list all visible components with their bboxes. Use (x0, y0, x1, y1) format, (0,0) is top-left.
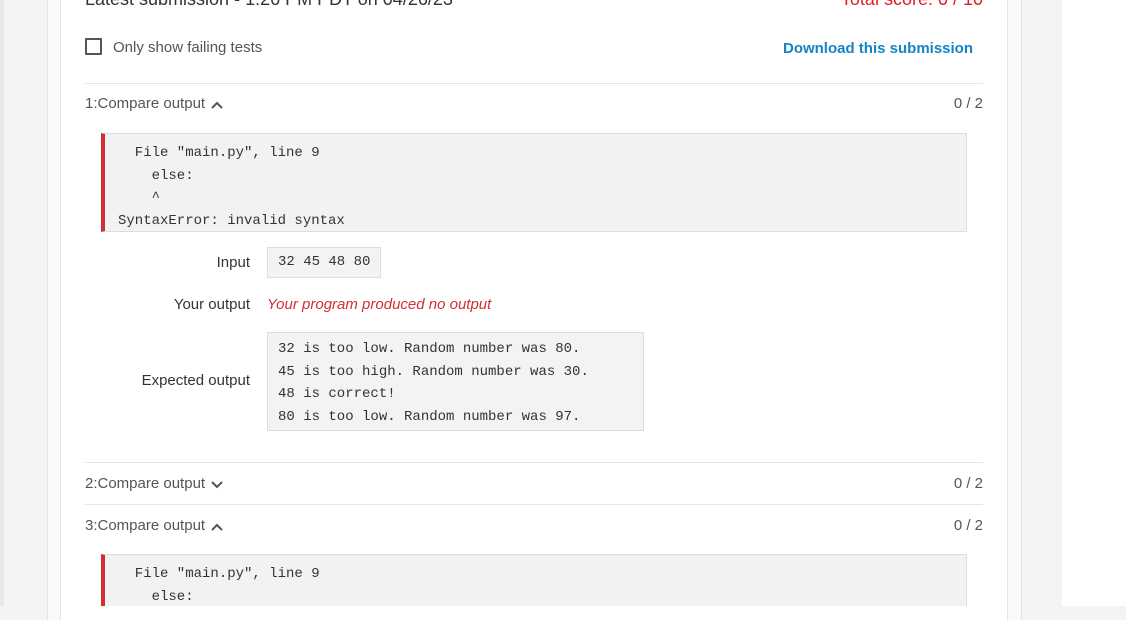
left-gutter (0, 0, 4, 606)
chevron-up-icon (211, 518, 223, 535)
test-1-title: 1:Compare output (85, 95, 206, 112)
test-2-header[interactable]: 2:Compare output (85, 475, 223, 493)
error-text: File "main.py", line 9 else: (134, 566, 320, 605)
test-1-header[interactable]: 1:Compare output (85, 95, 223, 113)
right-gutter (1062, 0, 1126, 606)
total-score: Total score: 0 / 10 (838, 0, 983, 10)
divider (85, 504, 983, 505)
input-label: Input (216, 254, 250, 271)
chevron-up-icon (211, 96, 223, 113)
submission-title: Latest submission - 1:26 PM PDT on 04/26… (85, 0, 453, 10)
test-3-error-output: File "main.py", line 9 else: (101, 554, 967, 606)
test-1-score: 0 / 2 (953, 95, 983, 112)
expected-output-text: 32 is too low. Random number was 80. 45 … (278, 341, 589, 425)
test-input-value: 32 45 48 80 (267, 247, 382, 278)
test-3-title: 3:Compare output (85, 517, 206, 534)
test-2-title: 2:Compare output (85, 475, 206, 492)
download-submission-link[interactable]: Download this submission (760, 40, 973, 57)
chevron-down-icon (211, 476, 223, 493)
test-1-error-output: File "main.py", line 9 else: ^ SyntaxErr… (101, 133, 967, 232)
failing-only-checkbox[interactable] (85, 38, 102, 55)
divider (85, 83, 983, 84)
test-3-score: 0 / 2 (953, 517, 983, 534)
your-output-label: Your output (173, 296, 250, 313)
your-output-value: Your program produced no output (267, 296, 492, 313)
test-2-score: 0 / 2 (953, 475, 983, 492)
expected-output-label: Expected output (141, 372, 250, 389)
failing-only-label[interactable]: Only show failing tests (113, 39, 262, 56)
error-text: File "main.py", line 9 else: ^ SyntaxErr… (118, 145, 345, 229)
divider (85, 462, 983, 463)
expected-output-box: 32 is too low. Random number was 80. 45 … (267, 332, 644, 431)
test-3-header[interactable]: 3:Compare output (85, 517, 223, 535)
